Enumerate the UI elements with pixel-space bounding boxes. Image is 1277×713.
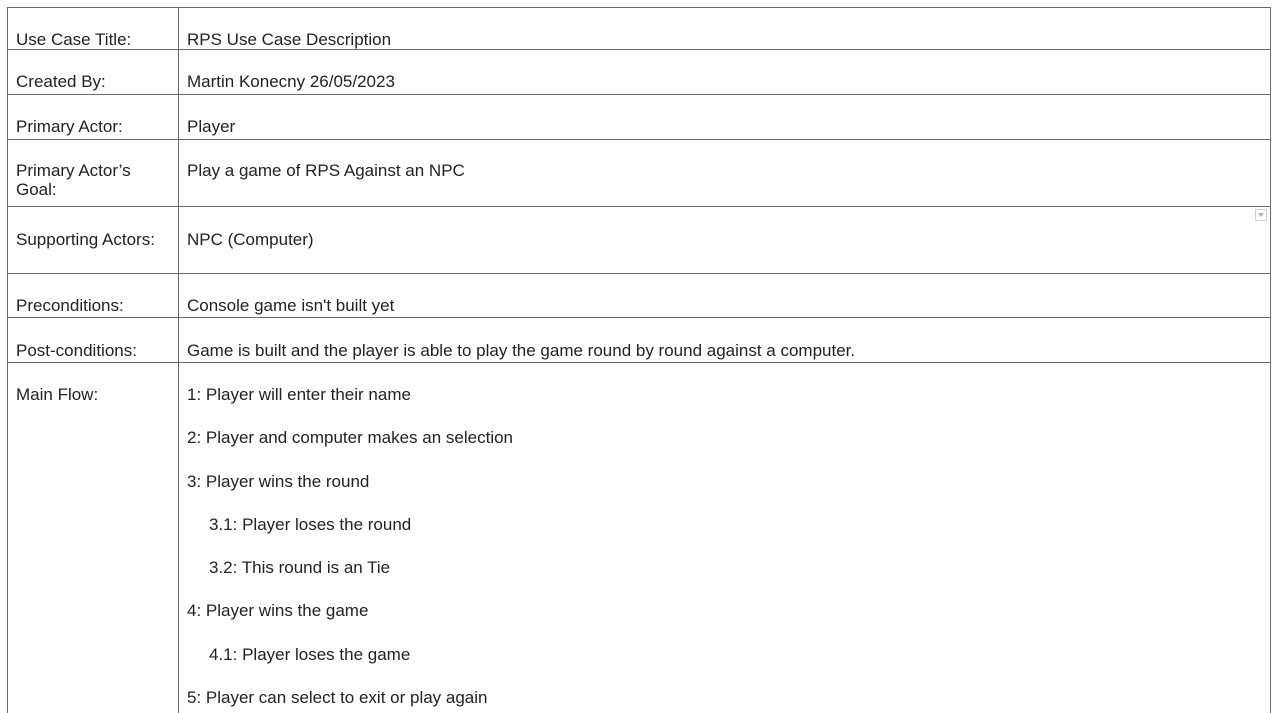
flow-step-3-2: 3.2: This round is an Tie <box>209 558 391 578</box>
table-row: Created By: Martin Konecny 26/05/2023 <box>7 49 1271 95</box>
table-row: Main Flow: 1: Player will enter their na… <box>7 361 1271 713</box>
primary-actor-value[interactable]: Player <box>178 94 1271 140</box>
post-conditions-label: Post-conditions: <box>7 317 179 363</box>
flow-step-3: 3: Player wins the round <box>187 471 370 491</box>
preconditions-label: Preconditions: <box>7 273 179 318</box>
flow-step-1: 1: Player will enter their name <box>187 385 411 404</box>
use-case-title-value[interactable]: RPS Use Case Description <box>178 7 1271 50</box>
table-row: Post-conditions: Game is built and the p… <box>7 317 1271 363</box>
flow-step-2: 2: Player and computer makes an selectio… <box>187 428 514 448</box>
main-flow-value[interactable]: 1: Player will enter their name 2: Playe… <box>178 361 1271 713</box>
created-by-label: Created By: <box>7 49 179 95</box>
table-row: Preconditions: Console game isn't built … <box>7 273 1271 318</box>
supporting-actors-value[interactable]: NPC (Computer) <box>178 206 1271 274</box>
main-flow-label: Main Flow: <box>7 361 179 713</box>
table-row: Use Case Title: RPS Use Case Description <box>7 7 1271 50</box>
table-row: Primary Actor: Player <box>7 94 1271 140</box>
table-row: Supporting Actors: NPC (Computer) <box>7 206 1271 274</box>
supporting-actors-label: Supporting Actors: <box>7 206 179 274</box>
flow-step-4: 4: Player wins the game <box>187 601 369 621</box>
chevron-down-icon[interactable] <box>1255 209 1267 221</box>
primary-actor-label: Primary Actor: <box>7 94 179 140</box>
table-row: Primary Actor’s Goal: Play a game of RPS… <box>7 139 1271 207</box>
post-conditions-value[interactable]: Game is built and the player is able to … <box>178 317 1271 363</box>
created-by-value[interactable]: Martin Konecny 26/05/2023 <box>178 49 1271 95</box>
primary-actor-goal-value[interactable]: Play a game of RPS Against an NPC <box>178 139 1271 207</box>
flow-step-3-1: 3.1: Player loses the round <box>209 514 412 534</box>
preconditions-value[interactable]: Console game isn't built yet <box>178 273 1271 318</box>
primary-actor-goal-label: Primary Actor’s Goal: <box>7 139 179 207</box>
use-case-title-label: Use Case Title: <box>7 7 179 50</box>
use-case-table: Use Case Title: RPS Use Case Description… <box>7 7 1271 713</box>
flow-step-4-1: 4.1: Player loses the game <box>209 644 411 664</box>
main-flow-list: 1: Player will enter their name 2: Playe… <box>187 385 1262 713</box>
flow-step-5: 5: Player can select to exit or play aga… <box>187 688 488 708</box>
